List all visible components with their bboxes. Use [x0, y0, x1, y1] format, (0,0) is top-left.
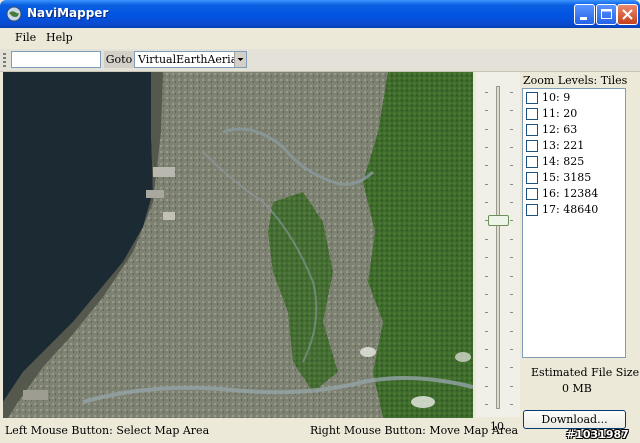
toolbar: Goto VirtualEarthAerial	[0, 49, 640, 72]
zoom-level-label: 14: 825	[542, 155, 585, 168]
download-button[interactable]: Download...	[523, 410, 626, 429]
slider-tick	[485, 257, 488, 258]
slider-tick	[510, 239, 513, 240]
zoom-level-label: 10: 9	[542, 91, 571, 104]
slider-tick	[510, 276, 513, 277]
slider-tick	[510, 404, 513, 405]
zoom-slider-thumb[interactable]	[488, 215, 509, 226]
goto-button[interactable]: Goto	[104, 51, 134, 68]
list-item[interactable]: 12: 63	[525, 122, 623, 138]
maximize-button[interactable]	[596, 4, 617, 25]
zoom-level-label: 11: 20	[542, 107, 578, 120]
menu-help[interactable]: Help	[46, 31, 73, 44]
list-item[interactable]: 14: 825	[525, 154, 623, 170]
zoom-level-checkbox[interactable]	[526, 204, 538, 216]
slider-tick	[510, 165, 513, 166]
slider-tick	[485, 331, 488, 332]
menu-bar: File Help	[0, 28, 640, 48]
dropdown-button[interactable]	[234, 52, 246, 67]
list-item[interactable]: 16: 12384	[525, 186, 623, 202]
zoom-level-checkbox[interactable]	[526, 108, 538, 120]
status-left-hint: Left Mouse Button: Select Map Area	[5, 424, 210, 437]
close-icon	[622, 9, 633, 20]
watermark-text: #1031987	[566, 428, 629, 441]
window-title: NaviMapper	[27, 6, 109, 20]
minimize-button[interactable]	[574, 4, 595, 25]
slider-tick	[485, 129, 488, 130]
zoom-slider-track[interactable]	[496, 86, 500, 409]
close-button[interactable]	[617, 4, 638, 25]
chevron-down-icon	[237, 58, 244, 61]
satellite-map-image	[3, 72, 473, 418]
location-input[interactable]	[11, 51, 101, 68]
slider-tick	[510, 331, 513, 332]
zoom-level-label: 13: 221	[542, 139, 585, 152]
zoom-level-checkbox[interactable]	[526, 124, 538, 136]
status-right-hint: Right Mouse Button: Move Map Area	[310, 424, 519, 437]
zoom-level-checkbox[interactable]	[526, 172, 538, 184]
map-source-select[interactable]: VirtualEarthAerial	[134, 51, 247, 68]
slider-tick	[485, 349, 488, 350]
zoom-level-checkbox[interactable]	[526, 188, 538, 200]
slider-tick	[510, 129, 513, 130]
slider-tick	[485, 312, 488, 313]
zoom-levels-header: Zoom Levels: Tiles	[523, 74, 628, 87]
slider-tick	[485, 367, 488, 368]
slider-tick	[510, 184, 513, 185]
slider-tick	[510, 220, 513, 221]
slider-tick	[510, 202, 513, 203]
zoom-level-label: 15: 3185	[542, 171, 592, 184]
list-item[interactable]: 13: 221	[525, 138, 623, 154]
map-view[interactable]	[3, 72, 473, 418]
slider-tick	[485, 386, 488, 387]
slider-tick	[485, 184, 488, 185]
list-item[interactable]: 15: 3185	[525, 170, 623, 186]
slider-tick	[485, 110, 488, 111]
slider-tick	[485, 294, 488, 295]
app-globe-icon	[6, 6, 22, 22]
list-item[interactable]: 11: 20	[525, 106, 623, 122]
zoom-level-checkbox[interactable]	[526, 156, 538, 168]
minimize-icon	[580, 17, 587, 20]
slider-tick	[510, 386, 513, 387]
zoom-level-checkbox[interactable]	[526, 92, 538, 104]
zoom-levels-list[interactable]: 10: 9 11: 20 12: 63 13: 221 14: 825 15: …	[522, 88, 626, 358]
slider-tick	[510, 147, 513, 148]
app-window: NaviMapper File Help Goto VirtualEarthAe…	[0, 0, 640, 443]
zoom-level-label: 17: 48640	[542, 203, 599, 216]
toolbar-grip[interactable]	[3, 53, 6, 67]
title-bar[interactable]: NaviMapper	[0, 0, 640, 28]
estimated-size-label: Estimated File Size:	[531, 366, 640, 379]
slider-tick	[485, 147, 488, 148]
slider-tick	[510, 294, 513, 295]
slider-tick	[485, 276, 488, 277]
slider-tick	[485, 92, 488, 93]
slider-tick	[510, 349, 513, 350]
list-item[interactable]: 10: 9	[525, 90, 623, 106]
zoom-level-checkbox[interactable]	[526, 140, 538, 152]
slider-tick	[510, 367, 513, 368]
estimated-size-value: 0 MB	[562, 382, 592, 395]
menu-file[interactable]: File	[15, 31, 36, 44]
list-item[interactable]: 17: 48640	[525, 202, 623, 218]
slider-tick	[485, 165, 488, 166]
slider-tick	[510, 110, 513, 111]
slider-tick	[510, 92, 513, 93]
slider-tick	[510, 312, 513, 313]
slider-tick	[485, 239, 488, 240]
slider-tick	[485, 404, 488, 405]
slider-tick	[485, 202, 488, 203]
zoom-level-label: 16: 12384	[542, 187, 599, 200]
map-source-value: VirtualEarthAerial	[138, 53, 241, 66]
zoom-level-label: 12: 63	[542, 123, 578, 136]
maximize-icon	[601, 9, 612, 19]
slider-tick	[510, 257, 513, 258]
